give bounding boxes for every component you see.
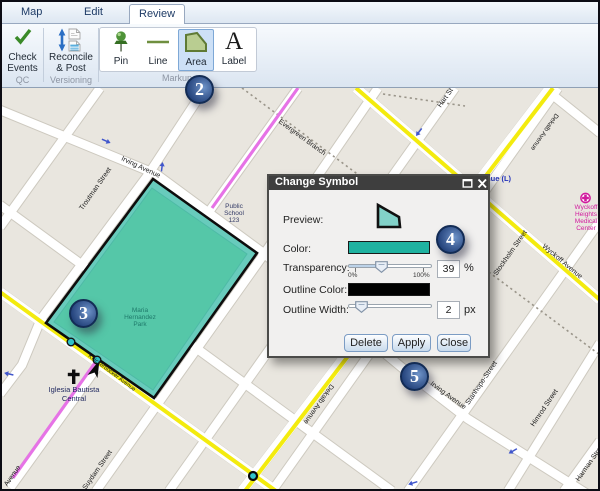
svg-text:Park: Park: [133, 321, 147, 328]
svg-text:Maria: Maria: [132, 307, 149, 314]
svg-text:Wyckoff: Wyckoff: [575, 204, 598, 211]
svg-text:Iglesia Bautista: Iglesia Bautista: [49, 385, 101, 394]
svg-text:Central: Central: [62, 394, 87, 403]
svg-text:Hernandez: Hernandez: [124, 314, 156, 321]
svg-text:123: 123: [229, 217, 240, 224]
svg-text:School: School: [224, 210, 244, 217]
svg-text:Medical: Medical: [575, 218, 598, 225]
svg-text:Public: Public: [225, 203, 243, 210]
svg-text:Center: Center: [576, 225, 596, 232]
svg-text:Heights: Heights: [575, 211, 598, 218]
